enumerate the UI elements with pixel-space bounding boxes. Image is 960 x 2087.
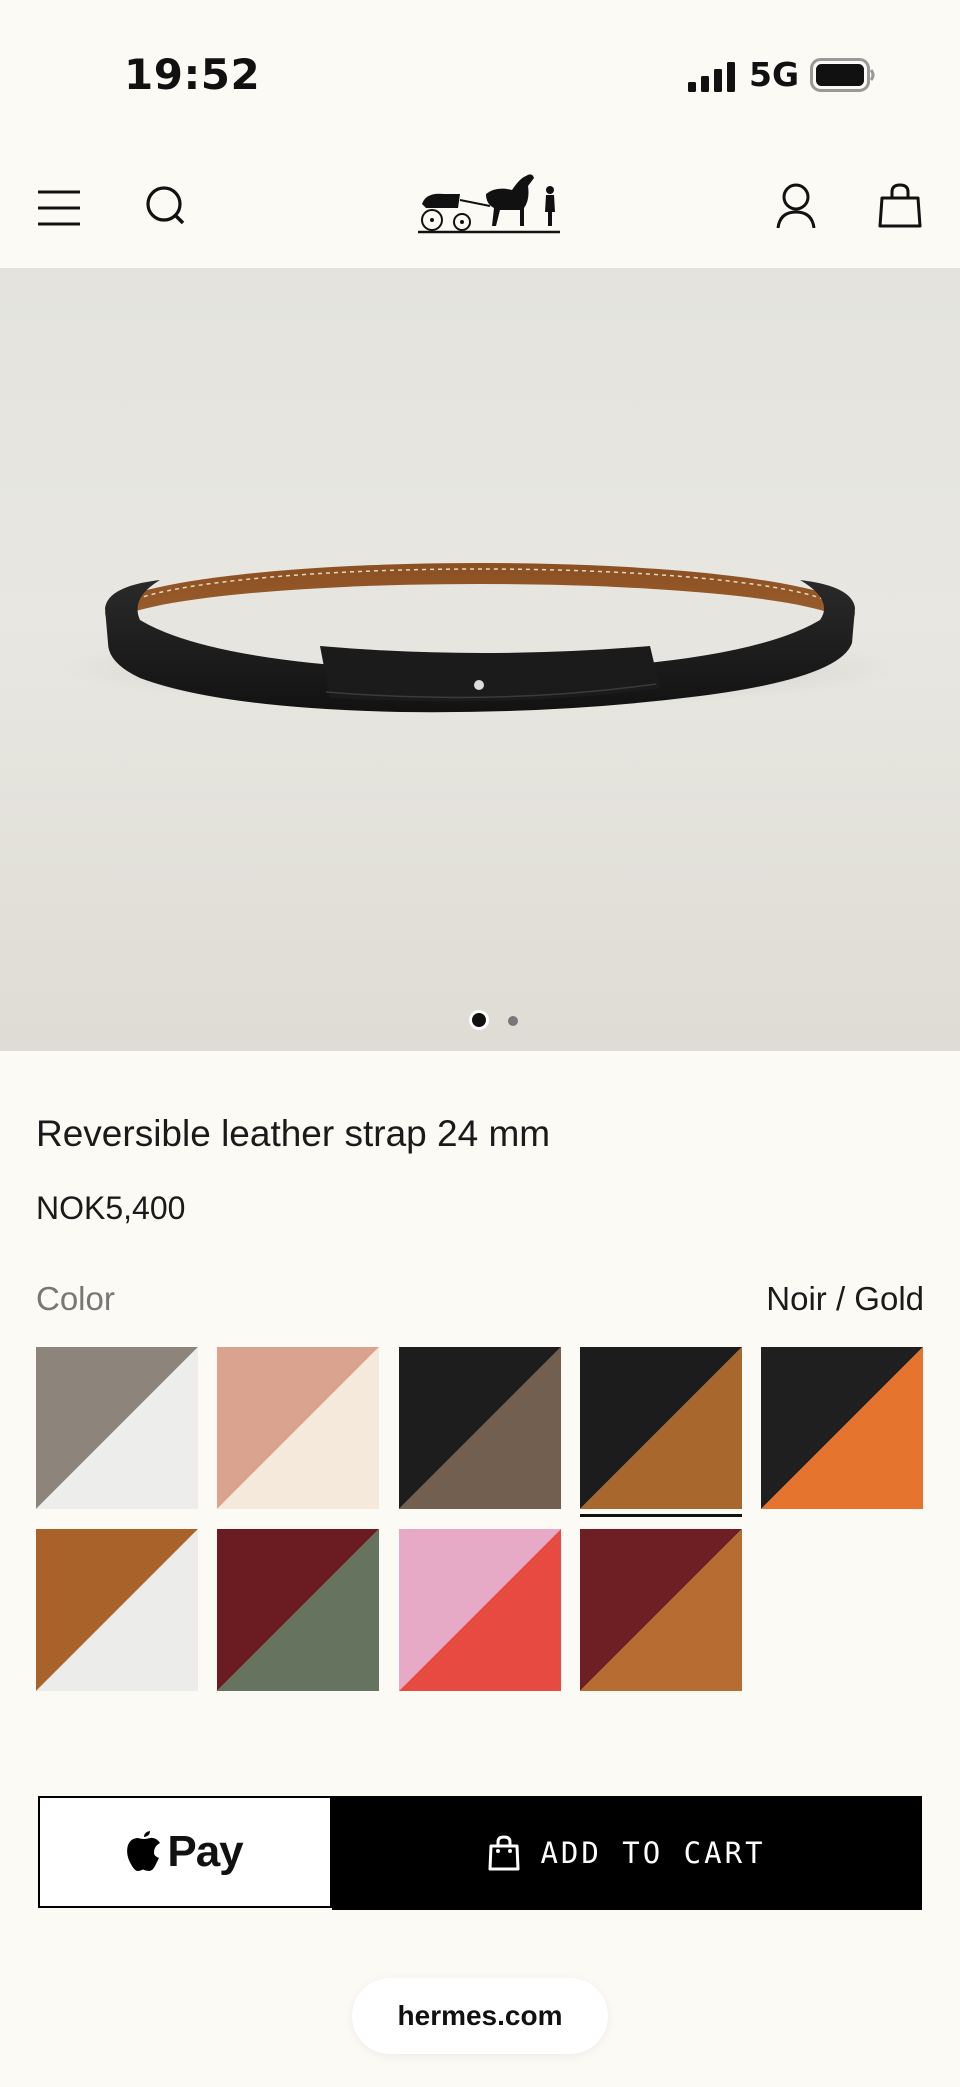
battery-icon xyxy=(810,58,875,92)
swatch-texture xyxy=(36,1347,198,1509)
color-swatch[interactable] xyxy=(580,1529,742,1691)
swatch-texture xyxy=(36,1529,198,1691)
color-swatch[interactable] xyxy=(36,1347,198,1509)
add-to-cart-label: ADD TO CART xyxy=(540,1836,766,1870)
account-icon[interactable] xyxy=(770,180,822,232)
swatch-texture xyxy=(399,1347,561,1509)
hermes-logo[interactable] xyxy=(416,164,562,236)
swatch-texture xyxy=(761,1347,923,1509)
browser-url-bar[interactable]: hermes.com xyxy=(352,1978,608,2054)
color-swatch[interactable] xyxy=(761,1347,923,1509)
swatch-texture xyxy=(399,1529,561,1691)
product-price: NOK5,400 xyxy=(36,1190,186,1226)
product-image[interactable] xyxy=(0,268,960,1051)
menu-icon[interactable] xyxy=(34,182,86,234)
url-text: hermes.com xyxy=(397,2000,563,2031)
swatch-texture xyxy=(217,1347,379,1509)
add-to-cart-button[interactable]: ADD TO CART xyxy=(332,1796,922,1910)
gallery-dot-2[interactable] xyxy=(508,1016,518,1026)
gallery-pagination[interactable] xyxy=(472,1013,532,1029)
search-icon[interactable] xyxy=(140,180,192,232)
swatch-texture xyxy=(580,1347,742,1509)
apple-pay-label: Pay xyxy=(167,1827,243,1876)
selected-swatch-underline xyxy=(580,1514,742,1517)
bag-icon xyxy=(488,1835,520,1871)
swatch-texture xyxy=(217,1529,379,1691)
color-swatch[interactable] xyxy=(217,1347,379,1509)
color-swatch[interactable] xyxy=(399,1529,561,1691)
color-swatch[interactable] xyxy=(217,1529,379,1691)
selected-color: Noir / Gold xyxy=(766,1280,924,1317)
signal-bars-icon xyxy=(688,62,735,92)
network-type: 5G xyxy=(749,55,800,94)
color-swatch-selected[interactable] xyxy=(580,1347,742,1517)
apple-pay-button[interactable]: Pay xyxy=(38,1796,332,1908)
color-swatch[interactable] xyxy=(36,1529,198,1691)
apple-logo-icon xyxy=(127,1831,161,1871)
swatch-texture xyxy=(580,1529,742,1691)
color-swatch[interactable] xyxy=(399,1347,561,1509)
product-title: Reversible leather strap 24 mm xyxy=(36,1113,551,1154)
belt-illustration xyxy=(60,563,900,713)
bag-icon[interactable] xyxy=(874,180,926,232)
status-time: 19:52 xyxy=(124,50,261,99)
color-label: Color xyxy=(36,1280,115,1317)
gallery-dot-1[interactable] xyxy=(472,1013,486,1027)
